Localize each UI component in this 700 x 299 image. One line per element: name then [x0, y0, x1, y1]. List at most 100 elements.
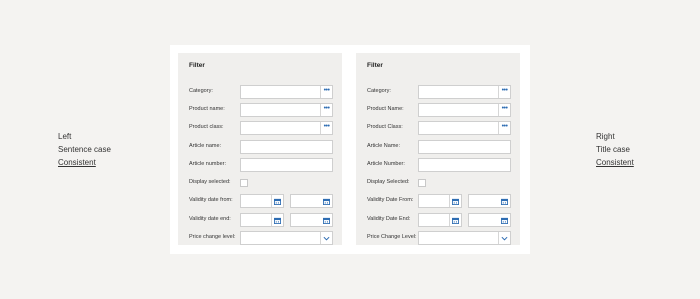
- validity-end-label: Validity Date End:: [367, 216, 411, 222]
- calendar-icon: [322, 217, 330, 224]
- calendar-icon: [274, 217, 281, 224]
- validity-end-start-date[interactable]: [418, 213, 462, 227]
- article-name-label: Article name:: [189, 143, 222, 149]
- left-caption-case: Sentence case: [58, 145, 111, 154]
- product-class-input[interactable]: •••: [240, 121, 333, 135]
- date-picker-button[interactable]: [498, 195, 510, 207]
- category-input[interactable]: •••: [240, 85, 333, 99]
- row-product-name: Product Name: •••: [356, 103, 520, 117]
- date-picker-button[interactable]: [498, 214, 510, 226]
- category-label: Category:: [189, 88, 213, 94]
- price-change-dropdown-button[interactable]: [320, 232, 332, 244]
- product-name-label: Product name:: [189, 106, 225, 112]
- right-caption-case: Title case: [596, 145, 630, 154]
- validity-end-end-date[interactable]: [290, 213, 333, 227]
- ellipsis-icon: •••: [323, 87, 330, 94]
- row-validity-from: Validity date from:: [178, 194, 342, 208]
- price-change-select[interactable]: [240, 231, 333, 245]
- validity-end-label: Validity date end:: [189, 216, 231, 222]
- filter-panel-right: Filter Category: ••• Product Name: ••• P…: [356, 53, 520, 245]
- ellipsis-icon: •••: [323, 105, 330, 112]
- validity-from-end-date[interactable]: [468, 194, 511, 208]
- product-name-lookup-button[interactable]: •••: [320, 104, 332, 116]
- row-product-class: Product Class: •••: [356, 121, 520, 135]
- product-class-label: Product Class:: [367, 124, 403, 130]
- calendar-icon: [452, 217, 459, 224]
- right-caption: Right Title case Consistent: [596, 130, 634, 169]
- row-product-name: Product name: •••: [178, 103, 342, 117]
- article-name-input[interactable]: [240, 140, 333, 154]
- product-name-lookup-button[interactable]: •••: [498, 104, 510, 116]
- display-selected-checkbox[interactable]: [418, 179, 426, 187]
- row-price-change: Price Change Level:: [356, 231, 520, 245]
- ellipsis-icon: •••: [323, 123, 330, 130]
- category-label: Category:: [367, 88, 391, 94]
- comparison-board: Filter Category: ••• Product name: ••• P…: [170, 45, 530, 254]
- product-class-lookup-button[interactable]: •••: [320, 122, 332, 134]
- row-validity-from: Validity Date From:: [356, 194, 520, 208]
- row-article-name: Article Name:: [356, 140, 520, 154]
- right-caption-title: Right: [596, 132, 615, 141]
- validity-from-label: Validity Date From:: [367, 197, 414, 203]
- validity-from-start-date[interactable]: [240, 194, 284, 208]
- row-article-name: Article name:: [178, 140, 342, 154]
- display-selected-label: Display Selected:: [367, 179, 410, 185]
- validity-from-end-date[interactable]: [290, 194, 333, 208]
- product-class-label: Product class:: [189, 124, 224, 130]
- calendar-icon: [322, 198, 330, 205]
- row-display-selected: Display selected:: [178, 176, 342, 190]
- row-display-selected: Display Selected:: [356, 176, 520, 190]
- row-price-change: Price change level:: [178, 231, 342, 245]
- ellipsis-icon: •••: [501, 87, 508, 94]
- category-lookup-button[interactable]: •••: [320, 86, 332, 98]
- row-validity-end: Validity date end:: [178, 213, 342, 227]
- price-change-label: Price change level:: [189, 234, 236, 240]
- price-change-label: Price Change Level:: [367, 234, 417, 240]
- date-picker-button[interactable]: [449, 195, 461, 207]
- calendar-icon: [274, 198, 281, 205]
- product-class-input[interactable]: •••: [418, 121, 511, 135]
- date-picker-button[interactable]: [320, 195, 332, 207]
- chevron-down-icon: [323, 236, 330, 241]
- display-selected-label: Display selected:: [189, 179, 231, 185]
- calendar-icon: [452, 198, 459, 205]
- article-name-input[interactable]: [418, 140, 511, 154]
- calendar-icon: [500, 198, 508, 205]
- ellipsis-icon: •••: [501, 105, 508, 112]
- left-caption: Left Sentence case Consistent: [58, 130, 111, 169]
- display-selected-checkbox[interactable]: [240, 179, 248, 187]
- validity-end-end-date[interactable]: [468, 213, 511, 227]
- date-picker-button[interactable]: [449, 214, 461, 226]
- right-caption-consistent: Consistent: [596, 158, 634, 167]
- panel-title: Filter: [189, 62, 205, 69]
- article-number-input[interactable]: [240, 158, 333, 172]
- left-caption-title: Left: [58, 132, 72, 141]
- article-number-label: Article Number:: [367, 161, 405, 167]
- price-change-dropdown-button[interactable]: [498, 232, 510, 244]
- left-caption-consistent: Consistent: [58, 158, 96, 167]
- date-picker-button[interactable]: [271, 195, 283, 207]
- validity-end-start-date[interactable]: [240, 213, 284, 227]
- article-number-label: Article number:: [189, 161, 226, 167]
- row-article-number: Article Number:: [356, 158, 520, 172]
- category-input[interactable]: •••: [418, 85, 511, 99]
- article-name-label: Article Name:: [367, 143, 401, 149]
- product-class-lookup-button[interactable]: •••: [498, 122, 510, 134]
- product-name-label: Product Name:: [367, 106, 404, 112]
- filter-panel-left: Filter Category: ••• Product name: ••• P…: [178, 53, 342, 245]
- row-validity-end: Validity Date End:: [356, 213, 520, 227]
- calendar-icon: [500, 217, 508, 224]
- row-category: Category: •••: [178, 85, 342, 99]
- product-name-input[interactable]: •••: [418, 103, 511, 117]
- date-picker-button[interactable]: [320, 214, 332, 226]
- ellipsis-icon: •••: [501, 123, 508, 130]
- chevron-down-icon: [501, 236, 508, 241]
- row-category: Category: •••: [356, 85, 520, 99]
- row-product-class: Product class: •••: [178, 121, 342, 135]
- article-number-input[interactable]: [418, 158, 511, 172]
- date-picker-button[interactable]: [271, 214, 283, 226]
- price-change-select[interactable]: [418, 231, 511, 245]
- category-lookup-button[interactable]: •••: [498, 86, 510, 98]
- validity-from-start-date[interactable]: [418, 194, 462, 208]
- product-name-input[interactable]: •••: [240, 103, 333, 117]
